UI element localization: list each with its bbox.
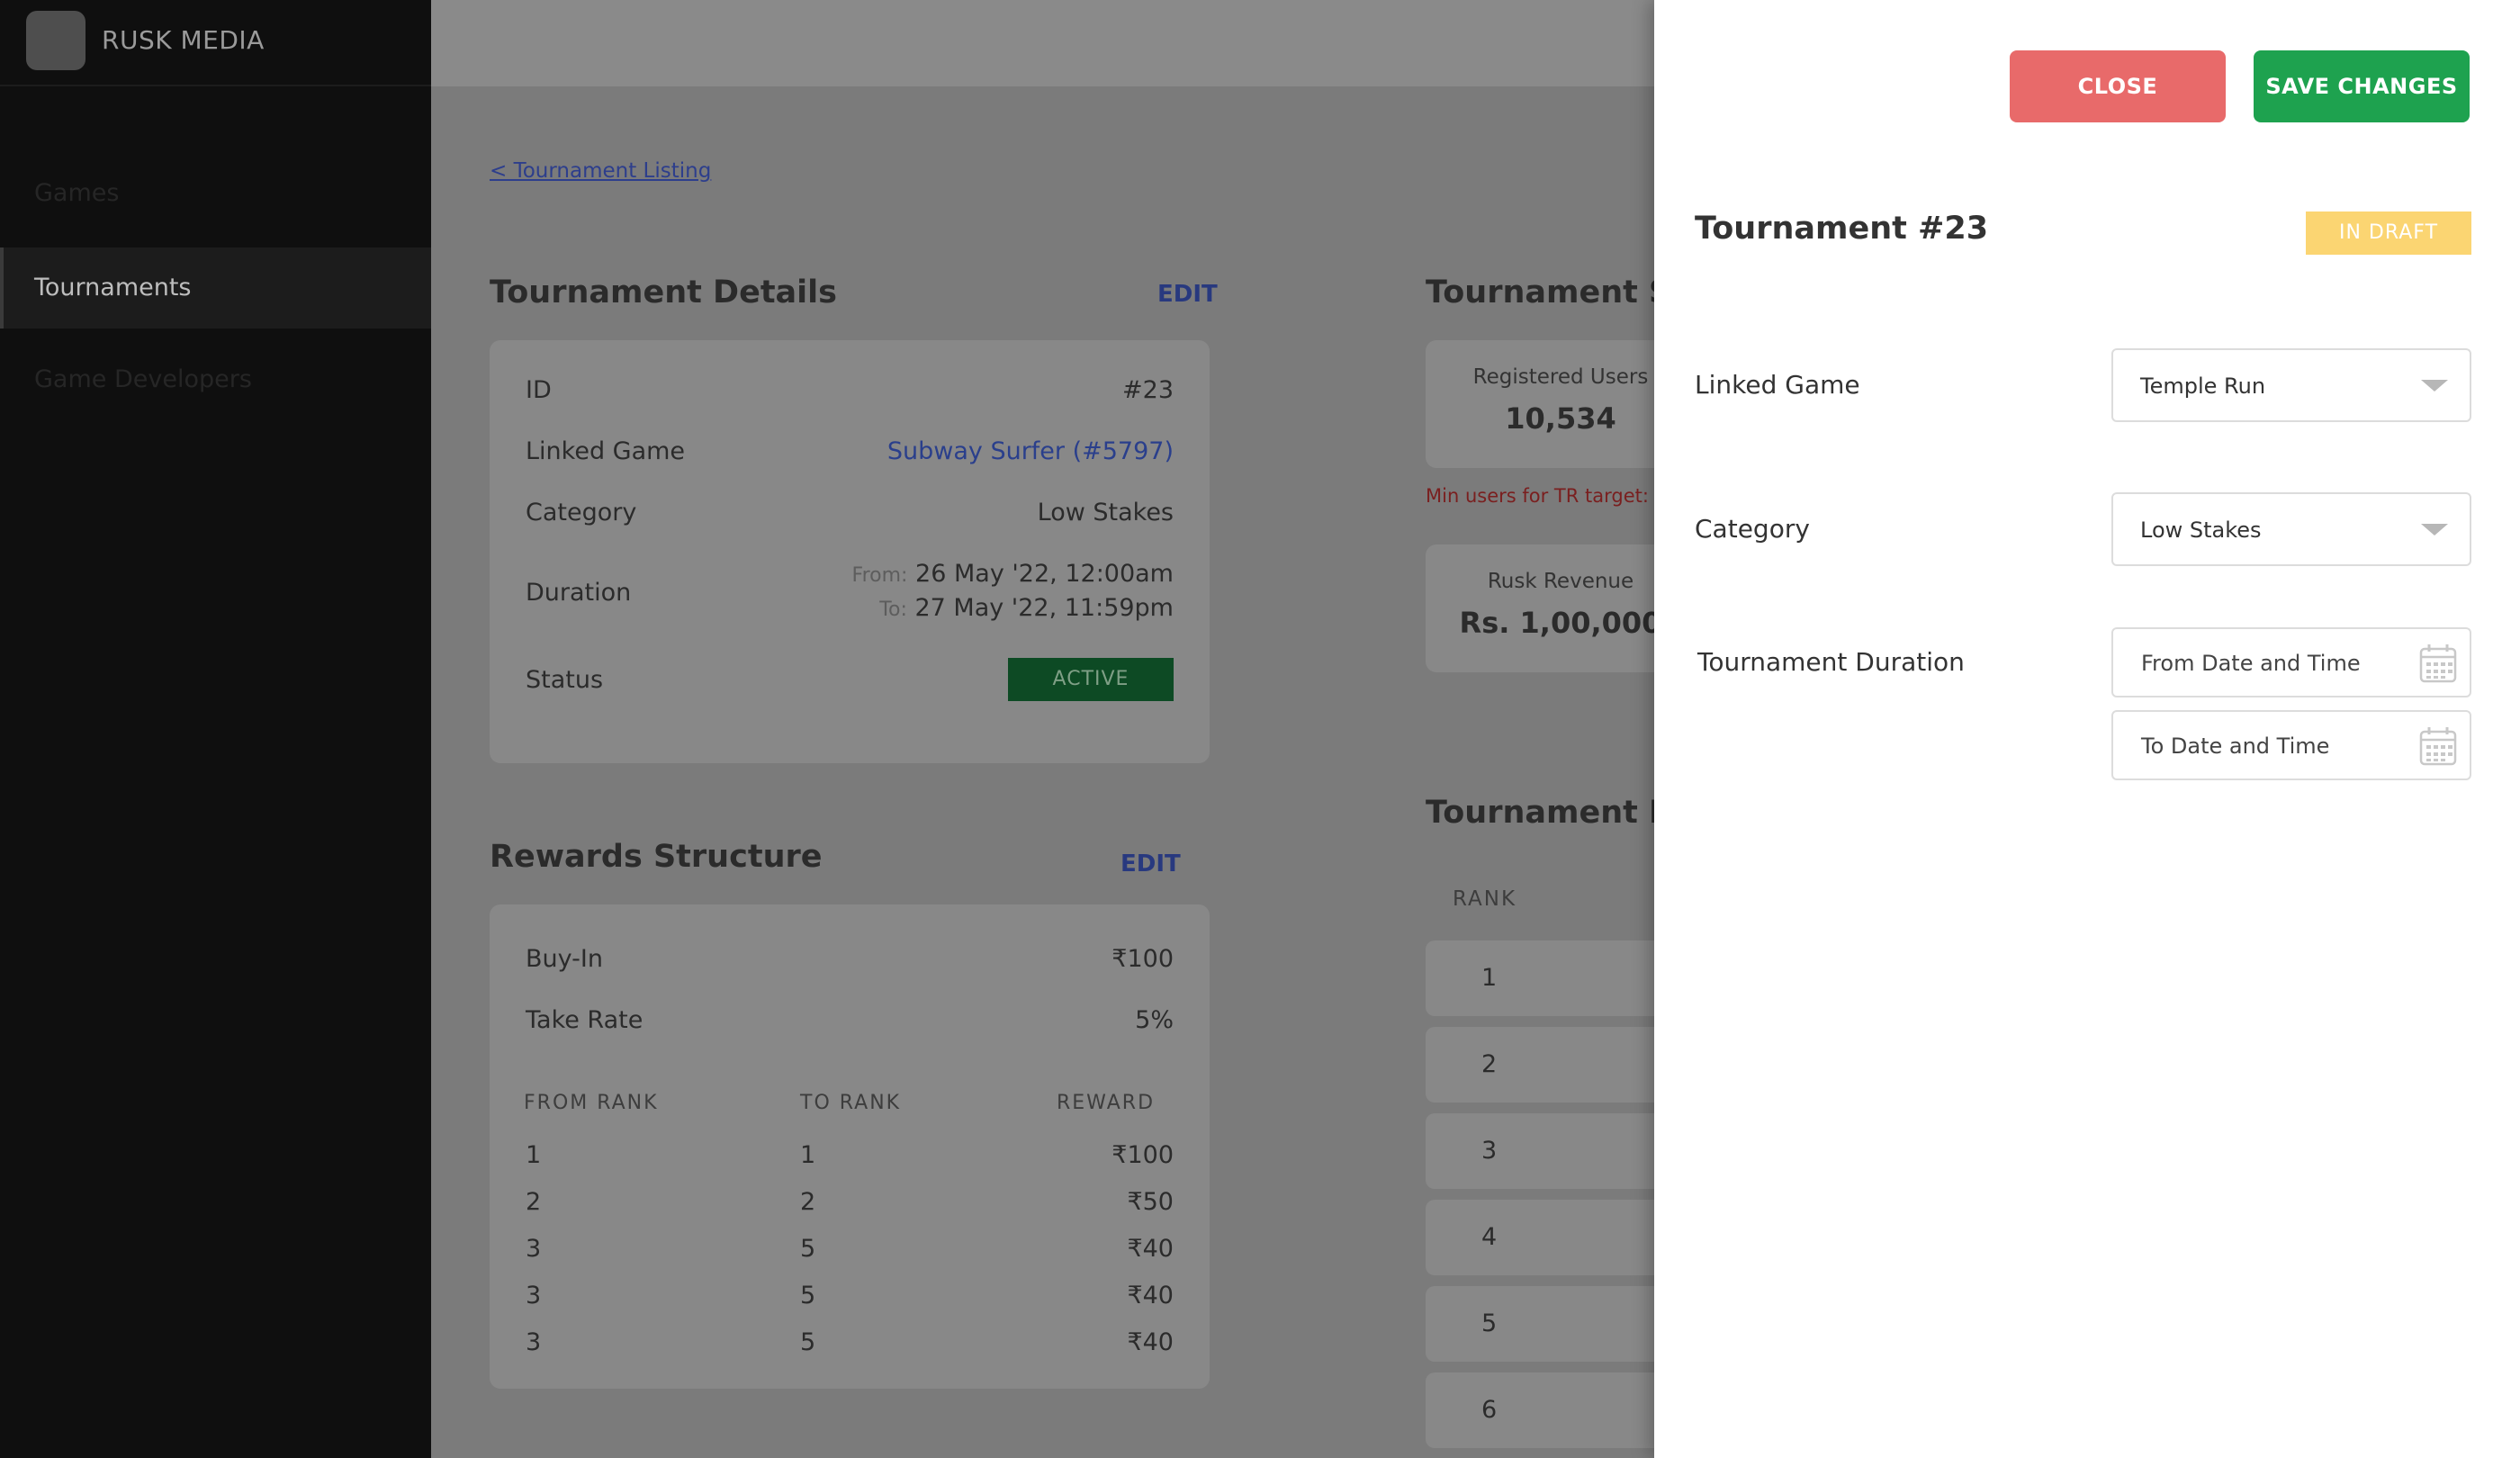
from-datetime-placeholder: From Date and Time [2141,651,2361,676]
leaderboard-rank: 6 [1481,1396,1498,1424]
reward-to-rank: 5 [800,1282,816,1310]
to-datetime-placeholder: To Date and Time [2141,734,2330,759]
close-button[interactable]: CLOSE [2010,50,2226,122]
back-to-listing-link[interactable]: < Tournament Listing [490,159,711,183]
buyin-value: ₹100 [1112,945,1174,973]
to-label: To: [879,598,907,621]
details-card: ID #23 Linked Game Subway Surfer (#5797)… [490,340,1210,763]
reward-to-rank: 5 [800,1235,816,1263]
from-label: From: [851,564,908,587]
reward-to-rank: 5 [800,1328,816,1356]
status-badge: ACTIVE [1008,658,1174,701]
leaderboard-rank: 3 [1481,1137,1498,1165]
column-header-from-rank: FROM RANK [524,1092,659,1114]
rewards-title: Rewards Structure [490,839,823,875]
details-title: Tournament Details [490,274,837,310]
leaderboard-rank: 1 [1481,964,1498,992]
linked-game-link[interactable]: Subway Surfer (#5797) [887,437,1174,465]
brand-logo [26,11,86,70]
brand-header: RUSK MEDIA [0,0,431,86]
calendar-icon[interactable] [2419,726,2457,770]
brand-name: RUSK MEDIA [102,25,265,55]
reward-row-takerate: Take Rate 5% [526,1006,1174,1034]
reward-amount: ₹40 [1127,1328,1174,1356]
sidebar-nav: Games Tournaments Game Developers [0,153,431,420]
reward-amount: ₹100 [1112,1141,1174,1169]
reward-from-rank: 2 [526,1188,542,1216]
reward-amount: ₹50 [1127,1188,1174,1216]
detail-row-category: Category Low Stakes [526,499,1174,526]
reward-to-rank: 2 [800,1188,816,1216]
to-value: 27 May '22, 11:59pm [914,594,1174,622]
linked-game-label: Linked Game [526,437,686,465]
from-value: 26 May '22, 12:00am [915,560,1174,588]
reward-to-rank: 1 [800,1141,816,1169]
sidebar-item-game-developers[interactable]: Game Developers [0,339,431,420]
leaderboard-rank: 4 [1481,1223,1498,1251]
drawer-title: Tournament #23 [1695,211,1989,247]
duration-values: From: 26 May '22, 12:00am To: 27 May '22… [852,558,1174,626]
rewards-card: Buy-In ₹100 Take Rate 5% FROM RANK TO RA… [490,904,1210,1389]
reward-amount: ₹40 [1127,1235,1174,1263]
linked-game-select[interactable]: Temple Run [2111,348,2471,422]
status-label: Status [526,665,604,694]
category-selected-value: Low Stakes [2140,518,2262,543]
id-value: #23 [1122,376,1174,404]
linked-game-label: Linked Game [1695,370,1860,400]
to-datetime-input[interactable]: To Date and Time [2111,710,2471,780]
chevron-down-icon [2421,524,2448,536]
takerate-value: 5% [1135,1006,1174,1034]
rewards-edit-button[interactable]: EDIT [1120,850,1181,878]
column-header-to-rank: TO RANK [800,1092,902,1114]
reward-from-rank: 1 [526,1141,542,1169]
reward-from-rank: 3 [526,1328,542,1356]
buyin-label: Buy-In [526,945,603,973]
min-users-note: Min users for TR target: 10 [1426,485,1679,507]
reward-from-rank: 3 [526,1235,542,1263]
reward-amount: ₹40 [1127,1282,1174,1310]
sidebar-item-games[interactable]: Games [0,153,431,234]
sidebar: RUSK MEDIA Games Tournaments Game Develo… [0,0,431,1458]
edit-tournament-drawer: CLOSE SAVE CHANGES Tournament #23 IN DRA… [1654,0,2520,1458]
from-datetime-input[interactable]: From Date and Time [2111,627,2471,698]
detail-row-duration: Duration From: 26 May '22, 12:00am To: 2… [526,558,1174,626]
save-changes-button[interactable]: SAVE CHANGES [2254,50,2470,122]
category-select[interactable]: Low Stakes [2111,492,2471,566]
duration-label: Duration [526,578,632,607]
reward-row-buyin: Buy-In ₹100 [526,945,1174,973]
reward-from-rank: 3 [526,1282,542,1310]
tournament-duration-label: Tournament Duration [1697,647,1965,677]
status-badge: IN DRAFT [2306,212,2471,255]
category-label: Category [526,499,637,526]
chevron-down-icon [2421,380,2448,392]
leaderboard-rank: 2 [1481,1050,1498,1078]
column-header-reward: REWARD [1057,1092,1156,1114]
details-edit-button[interactable]: EDIT [1157,281,1218,308]
category-value: Low Stakes [1037,499,1174,526]
detail-row-game: Linked Game Subway Surfer (#5797) [526,437,1174,465]
leaderboard-rank: 5 [1481,1310,1498,1337]
id-label: ID [526,376,552,404]
category-label: Category [1695,514,1810,544]
calendar-icon[interactable] [2419,644,2457,687]
detail-row-id: ID #23 [526,376,1174,404]
detail-row-status: Status ACTIVE [526,658,1174,701]
linked-game-selected-value: Temple Run [2140,374,2266,399]
takerate-label: Take Rate [526,1006,644,1034]
sidebar-item-tournaments[interactable]: Tournaments [0,248,431,328]
leaderboard-rank-header: RANK [1453,887,1517,911]
